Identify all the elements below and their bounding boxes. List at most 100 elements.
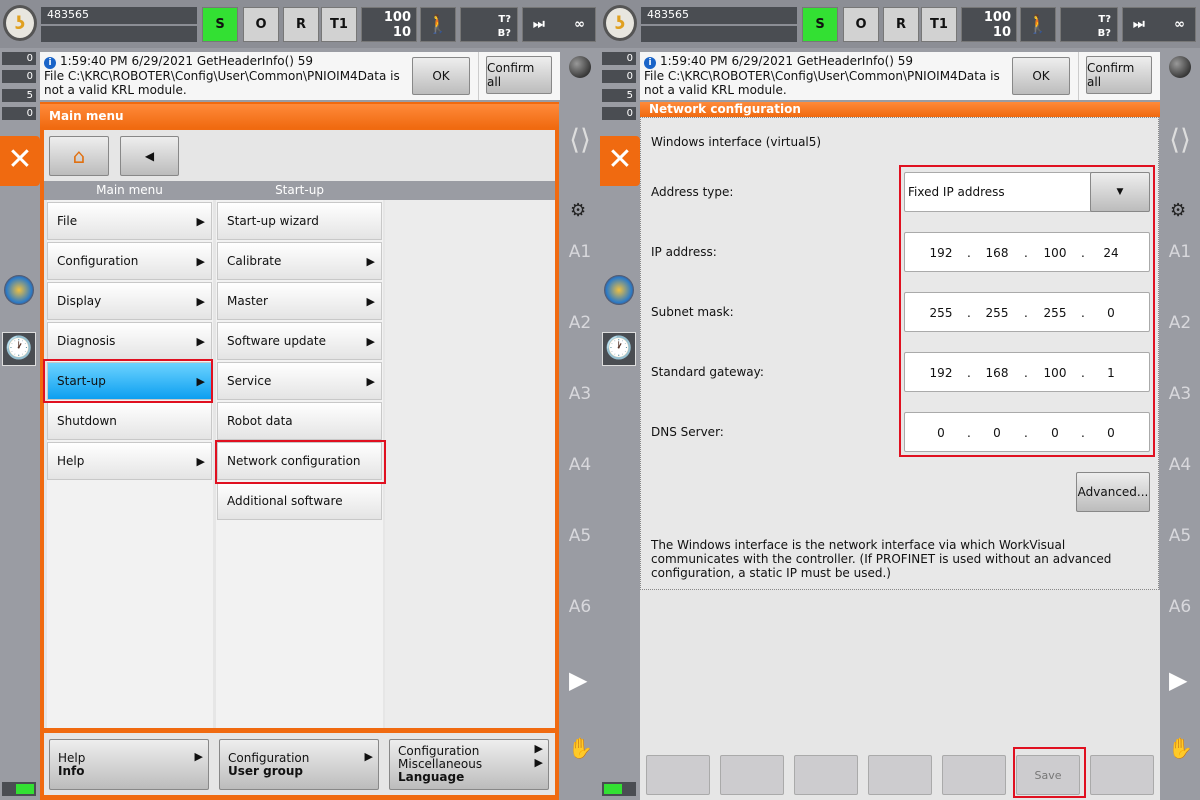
axis-key-a6[interactable]: A6 — [560, 597, 600, 617]
axis-key-a2[interactable]: A2 — [1160, 313, 1200, 333]
menu-item-robot-data[interactable]: Robot data — [217, 402, 382, 440]
softkey-empty[interactable] — [868, 755, 932, 795]
menu-item-file[interactable]: File ▶ — [47, 202, 212, 240]
robot-jog-icon[interactable]: ⚙ — [570, 200, 586, 221]
settings-gear-icon[interactable] — [4, 275, 34, 305]
col2-header: Start-up — [275, 183, 324, 197]
start-icon[interactable]: ▶ — [1169, 666, 1187, 694]
override-program-value: 100 — [983, 9, 1011, 25]
clock-icon[interactable]: 🕐 — [2, 332, 36, 366]
menu-item-diagnosis[interactable]: Diagnosis ▶ — [47, 322, 212, 360]
message-counter[interactable]: 0 — [2, 107, 36, 120]
message-counter[interactable]: 5 — [2, 89, 36, 102]
axis-key-a3[interactable]: A3 — [560, 384, 600, 404]
kuka-logo-button[interactable]: ʖ — [603, 5, 637, 41]
axis-key-a3[interactable]: A3 — [1160, 384, 1200, 404]
ok-button[interactable]: OK — [412, 57, 470, 95]
menu-item-configuration[interactable]: Configuration ▶ — [47, 242, 212, 280]
jog-hand-icon[interactable]: ✋ — [1168, 736, 1193, 760]
recent-button-user-group[interactable]: Configuration User group ▶ — [219, 739, 379, 790]
message-body: File C:\KRC\ROBOTER\Config\User\Common\P… — [644, 69, 1000, 97]
walk-icon[interactable]: 🚶 — [420, 7, 456, 42]
softkey-empty[interactable] — [942, 755, 1006, 795]
walk-icon[interactable]: 🚶 — [1020, 7, 1056, 42]
message-counter[interactable]: 0 — [602, 107, 636, 120]
status-button-t1[interactable]: T1 — [321, 7, 357, 42]
settings-gear-icon[interactable] — [604, 275, 634, 305]
status-button-s[interactable]: S — [202, 7, 238, 42]
status-button-o[interactable]: O — [843, 7, 879, 42]
override-button[interactable]: 100 10 — [961, 7, 1017, 42]
close-button[interactable]: ✕ — [600, 136, 640, 186]
status-button-t1[interactable]: T1 — [921, 7, 957, 42]
menu-item-label: Diagnosis — [57, 334, 116, 348]
confirm-all-button[interactable]: Confirm all — [1086, 56, 1152, 94]
advanced-button[interactable]: Advanced... — [1076, 472, 1150, 512]
tool-label: T? — [1098, 14, 1111, 25]
tool-base-button[interactable]: T? B? — [460, 7, 518, 42]
jog-mode-icon[interactable]: ⟨⟩ — [1160, 90, 1200, 190]
confirm-all-button[interactable]: Confirm all — [486, 56, 552, 94]
menu-item-display[interactable]: Display ▶ — [47, 282, 212, 320]
tool-label: T? — [498, 14, 511, 25]
axis-key-a1[interactable]: A1 — [1160, 242, 1200, 262]
menu-item-software-update[interactable]: Software update ▶ — [217, 322, 382, 360]
message-counter[interactable]: 0 — [602, 70, 636, 83]
menu-item-label: Configuration — [57, 254, 139, 268]
battery-icon — [602, 782, 636, 796]
submenu-arrow-icon: ▶ — [366, 374, 375, 388]
axis-key-a2[interactable]: A2 — [560, 313, 600, 333]
recent-target: Language — [398, 770, 465, 784]
menu-item-master[interactable]: Master ▶ — [217, 282, 382, 320]
status-button-r[interactable]: R — [883, 7, 919, 42]
message-counter[interactable]: 0 — [2, 52, 36, 65]
menu-item-calibrate[interactable]: Calibrate ▶ — [217, 242, 382, 280]
home-button[interactable]: ⌂ — [49, 136, 109, 176]
recent-path-1: Help — [58, 750, 86, 765]
message-counter[interactable]: 0 — [602, 52, 636, 65]
menu-item-shutdown[interactable]: Shutdown — [47, 402, 212, 440]
recent-button-info[interactable]: Help Info ▶ — [49, 739, 209, 790]
axis-key-a5[interactable]: A5 — [1160, 526, 1200, 546]
menu-item-label: Display — [57, 294, 102, 308]
start-icon[interactable]: ▶ — [569, 666, 587, 694]
axis-key-a4[interactable]: A4 — [1160, 455, 1200, 475]
back-button[interactable]: ◀ — [120, 136, 179, 176]
softkey-empty[interactable] — [646, 755, 710, 795]
menu-item-help[interactable]: Help ▶ — [47, 442, 212, 480]
close-button[interactable]: ✕ — [0, 136, 40, 186]
status-button-s[interactable]: S — [802, 7, 838, 42]
kuka-logo-button[interactable]: ʖ — [3, 5, 37, 41]
increment-button[interactable]: ⏭ ∞ — [522, 7, 596, 42]
message-line: i 1:59:40 PM 6/29/2021 GetHeaderInfo() 59 — [44, 54, 414, 69]
field-label: Standard gateway: — [651, 365, 764, 379]
softkey-empty[interactable] — [1090, 755, 1154, 795]
menu-item-additional-software[interactable]: Additional software — [217, 482, 382, 520]
axis-key-a6[interactable]: A6 — [1160, 597, 1200, 617]
menu-item-start-up-wizard[interactable]: Start-up wizard — [217, 202, 382, 240]
ok-button[interactable]: OK — [1012, 57, 1070, 95]
globe-icon[interactable] — [1169, 56, 1191, 78]
globe-icon[interactable] — [569, 56, 591, 78]
override-button[interactable]: 100 10 — [361, 7, 417, 42]
status-button-o[interactable]: O — [243, 7, 279, 42]
axis-key-a4[interactable]: A4 — [560, 455, 600, 475]
softkey-empty[interactable] — [794, 755, 858, 795]
jog-mode-icon[interactable]: ⟨⟩ — [560, 90, 600, 190]
robot-jog-icon[interactable]: ⚙ — [1170, 200, 1186, 221]
axis-key-a5[interactable]: A5 — [560, 526, 600, 546]
message-timestamp: 1:59:40 PM 6/29/2021 GetHeaderInfo() 59 — [60, 54, 314, 68]
message-text: i 1:59:40 PM 6/29/2021 GetHeaderInfo() 59… — [644, 54, 1014, 97]
menu-item-service[interactable]: Service ▶ — [217, 362, 382, 400]
message-counter[interactable]: 5 — [602, 89, 636, 102]
tool-base-button[interactable]: T? B? — [1060, 7, 1118, 42]
axis-key-a1[interactable]: A1 — [560, 242, 600, 262]
clock-icon[interactable]: 🕐 — [602, 332, 636, 366]
softkey-empty[interactable] — [720, 755, 784, 795]
jog-hand-icon[interactable]: ✋ — [568, 736, 593, 760]
recent-button-language[interactable]: Configuration Miscellaneous Language ▶ ▶ — [389, 739, 549, 790]
status-button-r[interactable]: R — [283, 7, 319, 42]
increment-button[interactable]: ⏭ ∞ — [1122, 7, 1196, 42]
message-counter[interactable]: 0 — [2, 70, 36, 83]
network-form: Windows interface (virtual5) Address type… — [640, 117, 1159, 590]
